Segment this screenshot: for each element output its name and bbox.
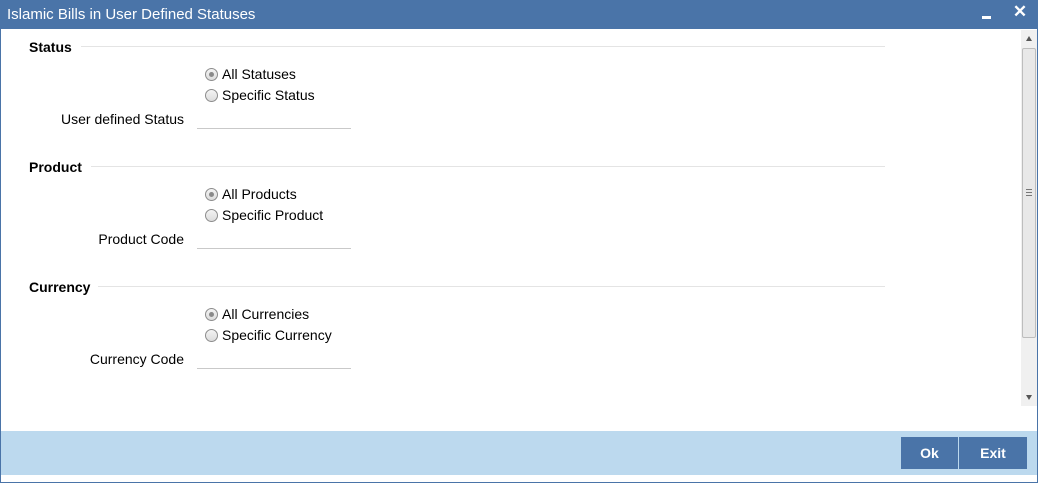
section-title-product: Product [29, 159, 82, 175]
product-code-label: Product Code [98, 231, 184, 247]
exit-button[interactable]: Exit [959, 437, 1027, 469]
section-title-status: Status [29, 39, 72, 55]
radio-button[interactable] [205, 208, 218, 222]
radio-specific-currency[interactable]: Specific Currency [205, 326, 332, 344]
grip-icon [1026, 189, 1032, 196]
section-divider [91, 166, 885, 167]
scroll-up-icon[interactable] [1024, 34, 1034, 44]
user-defined-status-label: User defined Status [61, 111, 184, 127]
dialog-window: Islamic Bills in User Defined Statuses ✕… [0, 0, 1038, 483]
radio-button[interactable] [205, 88, 218, 102]
radio-all-currencies[interactable]: All Currencies [205, 305, 309, 323]
scrollbar-thumb[interactable] [1022, 48, 1036, 338]
radio-label: All Currencies [222, 306, 310, 322]
currency-code-input[interactable] [197, 347, 351, 369]
radio-label: All Products [222, 186, 297, 202]
radio-label: All Statuses [222, 66, 296, 82]
radio-label: Specific Currency [222, 327, 332, 343]
radio-button[interactable] [205, 307, 218, 321]
radio-button[interactable] [205, 328, 218, 342]
radio-all-products[interactable]: All Products [205, 185, 297, 203]
radio-label: Specific Product [222, 207, 324, 223]
window-title: Islamic Bills in User Defined Statuses [7, 6, 256, 23]
user-defined-status-input[interactable] [197, 107, 351, 129]
currency-code-label: Currency Code [89, 351, 184, 367]
section-divider [98, 286, 885, 287]
ok-button[interactable]: Ok [901, 437, 958, 469]
radio-specific-status[interactable]: Specific Status [205, 86, 315, 104]
radio-button[interactable] [205, 67, 218, 81]
close-icon[interactable]: ✕ [1010, 3, 1030, 23]
footer-bar: Ok Exit [1, 431, 1037, 475]
radio-label: Specific Status [222, 87, 315, 103]
section-divider [81, 46, 885, 47]
radio-all-statuses[interactable]: All Statuses [205, 65, 296, 83]
radio-specific-product[interactable]: Specific Product [205, 206, 323, 224]
form-body: Status All Statuses Specific Status User… [1, 29, 1021, 405]
minimize-icon[interactable] [979, 7, 995, 23]
product-code-input[interactable] [197, 227, 351, 249]
scroll-down-icon[interactable] [1024, 392, 1034, 402]
radio-button[interactable] [205, 187, 218, 201]
title-bar: Islamic Bills in User Defined Statuses ✕ [1, 1, 1037, 29]
section-title-currency: Currency [29, 279, 91, 295]
